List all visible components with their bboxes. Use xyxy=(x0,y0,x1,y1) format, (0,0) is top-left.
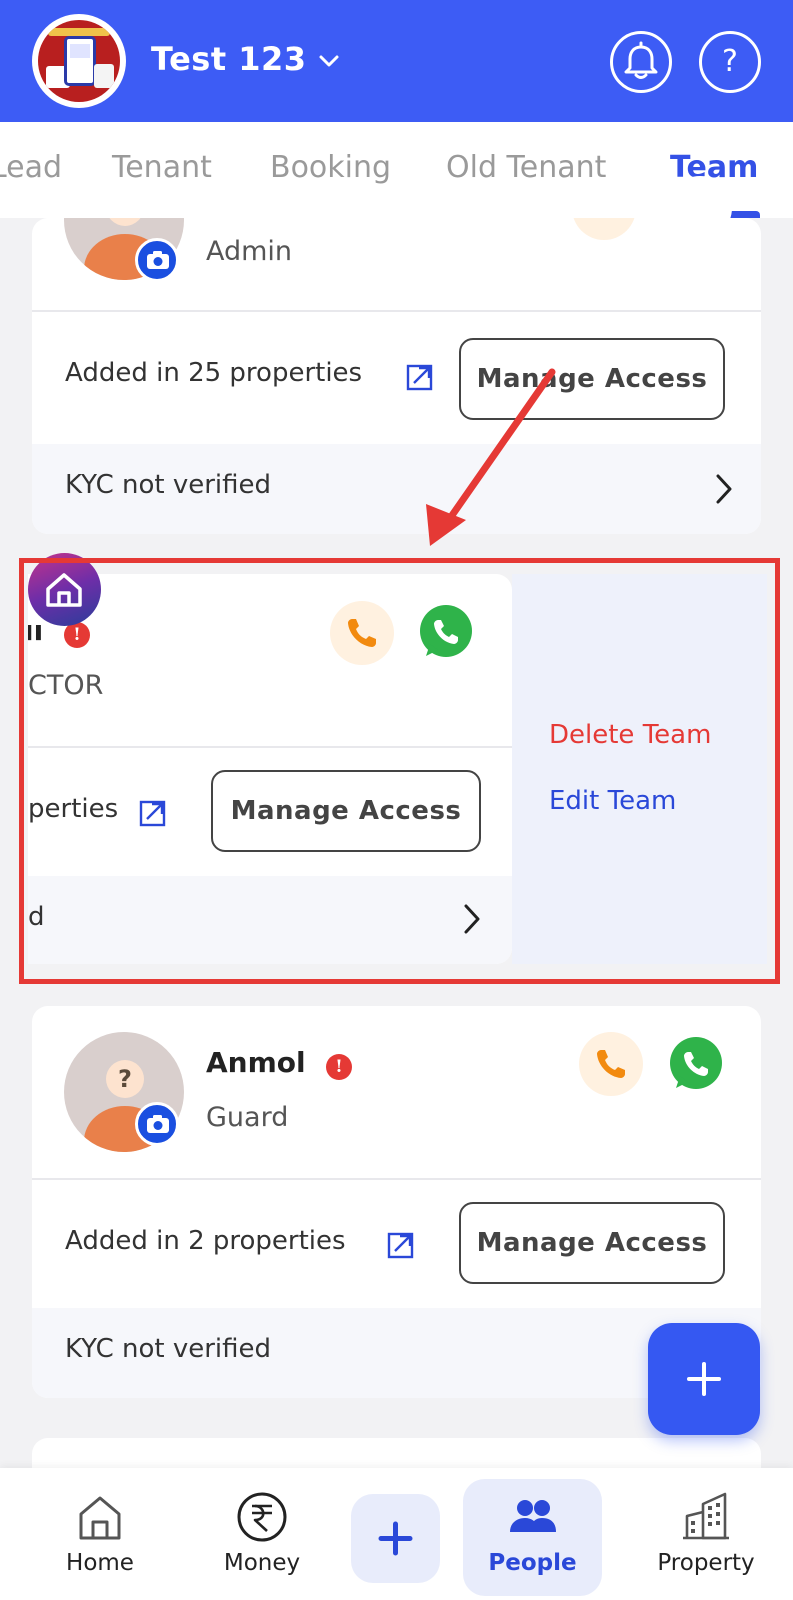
properties-count[interactable]: Added in 2 properties xyxy=(65,1226,346,1256)
floating-home-button[interactable] xyxy=(28,553,101,626)
notification-button[interactable] xyxy=(610,31,672,93)
member-role: CTOR xyxy=(28,670,104,701)
plus-icon xyxy=(378,1521,413,1556)
card-divider xyxy=(32,310,761,312)
nav-money[interactable]: Money xyxy=(207,1468,317,1600)
rupee-icon xyxy=(237,1492,287,1542)
swipe-actions-panel: Delete Team Edit Team xyxy=(512,574,767,964)
building-icon xyxy=(683,1492,729,1540)
home-icon xyxy=(79,1496,121,1540)
whatsapp-button[interactable] xyxy=(664,1032,728,1096)
kyc-status-row[interactable]: d xyxy=(28,876,512,964)
tab-lead[interactable]: Lead xyxy=(0,150,62,185)
tab-tenant[interactable]: Tenant xyxy=(112,150,212,185)
member-role: Admin xyxy=(206,236,293,267)
call-button[interactable] xyxy=(572,218,636,240)
properties-count[interactable]: Added in 25 properties xyxy=(65,358,362,388)
call-button[interactable] xyxy=(330,601,394,665)
people-icon xyxy=(509,1500,556,1532)
help-icon: ? xyxy=(722,44,738,79)
manage-access-button[interactable]: Manage Access xyxy=(459,1202,725,1284)
nav-add-button[interactable] xyxy=(351,1494,440,1583)
kyc-status-text: KYC not verified xyxy=(65,1334,272,1364)
business-avatar[interactable] xyxy=(32,14,126,108)
tab-booking[interactable]: Booking xyxy=(270,150,391,185)
plus-icon xyxy=(687,1362,721,1396)
edit-team-button[interactable]: Edit Team xyxy=(549,786,676,816)
manage-access-button[interactable]: Manage Access xyxy=(211,770,481,852)
whatsapp-icon xyxy=(420,605,472,657)
external-link-icon[interactable] xyxy=(405,362,435,392)
card-divider xyxy=(28,746,512,748)
app-header: Test 123 ? xyxy=(0,0,793,122)
camera-icon[interactable] xyxy=(135,238,179,282)
manage-access-button[interactable]: Manage Access xyxy=(459,338,725,420)
nav-label: Home xyxy=(66,1550,134,1576)
chevron-right-icon xyxy=(716,474,732,504)
nav-label: Money xyxy=(223,1550,301,1576)
whatsapp-button[interactable] xyxy=(668,176,732,240)
team-member-card-swiped[interactable]: ıı ! CTOR perties Manage Access d xyxy=(28,574,512,964)
external-link-icon[interactable] xyxy=(386,1230,416,1260)
chevron-right-icon xyxy=(464,904,480,934)
nav-label: People xyxy=(488,1550,577,1576)
team-member-card[interactable]: ? Admin Added in 25 properties Manage Ac… xyxy=(32,218,761,534)
properties-count[interactable]: perties xyxy=(28,794,118,824)
whatsapp-icon xyxy=(670,1037,722,1089)
whatsapp-button[interactable] xyxy=(414,600,478,664)
phone-icon xyxy=(597,1050,625,1078)
home-icon xyxy=(46,573,82,607)
business-title[interactable]: Test 123 xyxy=(151,40,307,78)
phone-icon xyxy=(348,619,376,647)
delete-team-button[interactable]: Delete Team xyxy=(549,720,711,750)
bell-icon xyxy=(624,41,658,79)
add-member-fab[interactable] xyxy=(648,1323,760,1435)
nav-label: Property xyxy=(657,1550,755,1576)
nav-people[interactable]: People xyxy=(463,1468,602,1600)
info-icon[interactable]: ! xyxy=(326,1054,352,1080)
nav-property[interactable]: Property xyxy=(632,1468,780,1600)
tab-old-tenant[interactable]: Old Tenant xyxy=(446,150,606,185)
nav-home[interactable]: Home xyxy=(48,1468,152,1600)
chevron-down-icon[interactable] xyxy=(318,50,340,72)
member-role: Guard xyxy=(206,1102,289,1133)
business-logo-image xyxy=(38,20,120,102)
kyc-status-text: d xyxy=(28,902,45,932)
member-name: Anmol xyxy=(206,1046,306,1079)
kyc-status-row[interactable]: KYC not verified xyxy=(32,444,761,534)
card-divider xyxy=(32,1178,761,1180)
kyc-status-text: KYC not verified xyxy=(65,470,272,500)
call-button[interactable] xyxy=(579,1032,643,1096)
external-link-icon[interactable] xyxy=(138,798,168,828)
help-button[interactable]: ? xyxy=(699,31,761,93)
camera-icon[interactable] xyxy=(135,1102,179,1146)
